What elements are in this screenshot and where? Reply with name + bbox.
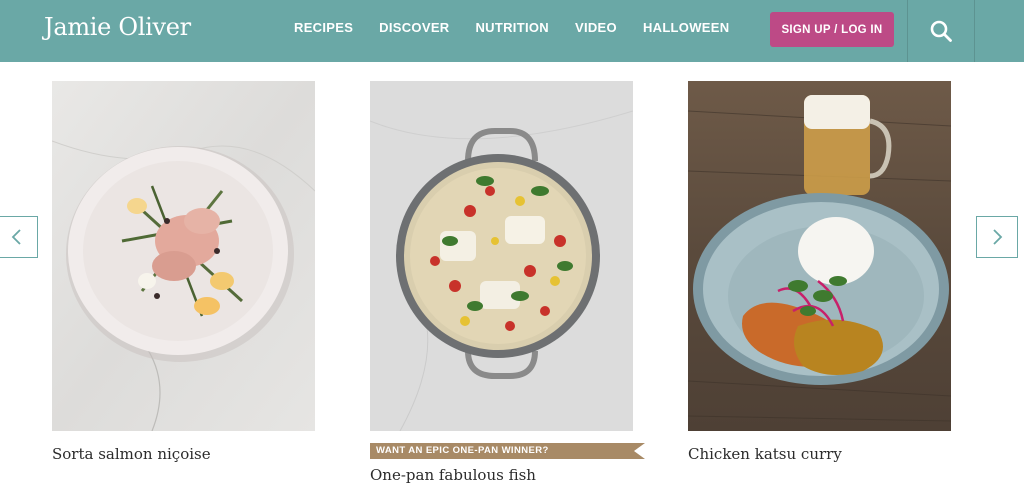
nav-item-video[interactable]: VIDEO <box>575 20 617 35</box>
recipe-title[interactable]: Chicken katsu curry <box>688 445 842 463</box>
nav-item-recipes[interactable]: RECIPES <box>294 20 353 35</box>
recipe-title[interactable]: One-pan fabulous fish <box>370 466 536 484</box>
site-logo[interactable]: Jamie Oliver <box>44 13 191 41</box>
recipe-card[interactable]: WANT AN EPIC ONE-PAN WINNER? One-pan fab… <box>370 81 645 484</box>
recipe-banner: WANT AN EPIC ONE-PAN WINNER? <box>370 443 645 459</box>
nav-item-nutrition[interactable]: NUTRITION <box>475 20 548 35</box>
site-header: Jamie Oliver RECIPES DISCOVER NUTRITION … <box>0 0 1024 62</box>
search-button[interactable] <box>908 0 974 62</box>
header-divider <box>974 0 975 62</box>
recipe-card[interactable]: Sorta salmon niçoise <box>52 81 315 463</box>
recipe-image[interactable] <box>688 81 951 431</box>
carousel-next-button[interactable] <box>976 216 1018 258</box>
search-icon <box>930 20 952 42</box>
nav-item-discover[interactable]: DISCOVER <box>379 20 449 35</box>
signup-login-button[interactable]: SIGN UP / LOG IN <box>770 12 894 47</box>
main-nav: RECIPES DISCOVER NUTRITION VIDEO HALLOWE… <box>294 20 755 35</box>
recipe-image[interactable] <box>52 81 315 431</box>
chevron-right-icon <box>993 229 1003 245</box>
carousel-prev-button[interactable] <box>0 216 38 258</box>
chevron-left-icon <box>11 229 21 245</box>
recipe-card[interactable]: Chicken katsu curry <box>688 81 951 463</box>
recipe-title[interactable]: Sorta salmon niçoise <box>52 445 211 463</box>
nav-item-halloween[interactable]: HALLOWEEN <box>643 20 729 35</box>
recipe-image[interactable] <box>370 81 633 431</box>
